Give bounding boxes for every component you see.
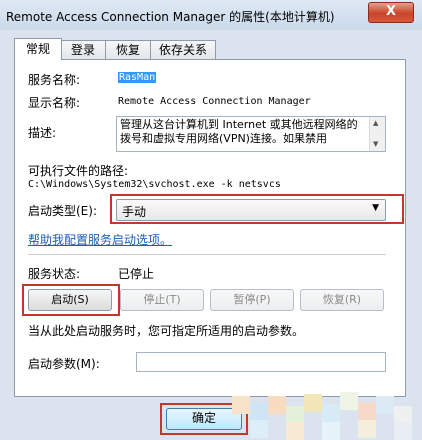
start-button-highlight bbox=[22, 284, 120, 316]
startup-type-highlight bbox=[110, 194, 404, 224]
help-configure-link[interactable]: 帮助我配置服务启动选项。 bbox=[28, 231, 172, 248]
tab-recovery[interactable]: 恢复 bbox=[105, 40, 151, 59]
display-name-value: Remote Access Connection Manager bbox=[118, 96, 311, 107]
scroll-down-icon[interactable]: ▼ bbox=[373, 140, 378, 148]
scroll-up-icon[interactable]: ▲ bbox=[373, 119, 378, 127]
exe-path-value: C:\Windows\System32\svchost.exe -k netsv… bbox=[28, 179, 281, 190]
stop-button[interactable]: 停止(T) bbox=[120, 289, 204, 311]
service-name-label: 服务名称: bbox=[28, 73, 81, 87]
service-status-label: 服务状态: bbox=[28, 267, 81, 281]
ok-button-highlight bbox=[160, 403, 248, 435]
description-label: 描述: bbox=[28, 126, 57, 140]
title-bar: Remote Access Connection Manager 的属性(本地计… bbox=[0, 0, 422, 31]
startup-type-label: 启动类型(E): bbox=[28, 204, 97, 218]
description-scrollbar[interactable]: ▲ ▼ bbox=[369, 117, 385, 151]
description-text: 管理从这台计算机到 Internet 或其他远程网络的拨号和虚拟专用网络(VPN… bbox=[120, 118, 358, 145]
service-name-value[interactable]: RasMan bbox=[118, 72, 157, 83]
display-name-label: 显示名称: bbox=[28, 96, 81, 110]
start-params-input[interactable] bbox=[136, 352, 386, 372]
tab-general[interactable]: 常规 bbox=[14, 38, 62, 60]
start-params-label: 启动参数(M): bbox=[28, 357, 100, 371]
pause-button[interactable]: 暂停(P) bbox=[210, 289, 294, 311]
exe-path-label: 可执行文件的路径: bbox=[28, 164, 129, 178]
divider bbox=[28, 254, 386, 255]
service-status-value: 已停止 bbox=[118, 267, 155, 281]
resume-button[interactable]: 恢复(R) bbox=[300, 289, 384, 311]
description-box[interactable]: 管理从这台计算机到 Internet 或其他远程网络的拨号和虚拟专用网络(VPN… bbox=[116, 116, 386, 152]
tab-dependencies[interactable]: 依存关系 bbox=[150, 40, 216, 59]
start-params-hint: 当从此处启动服务时，您可指定所适用的启动参数。 bbox=[28, 324, 305, 338]
tab-logon[interactable]: 登录 bbox=[60, 40, 106, 59]
window-title: Remote Access Connection Manager 的属性(本地计… bbox=[6, 10, 335, 24]
close-button[interactable]: X bbox=[368, 2, 414, 23]
